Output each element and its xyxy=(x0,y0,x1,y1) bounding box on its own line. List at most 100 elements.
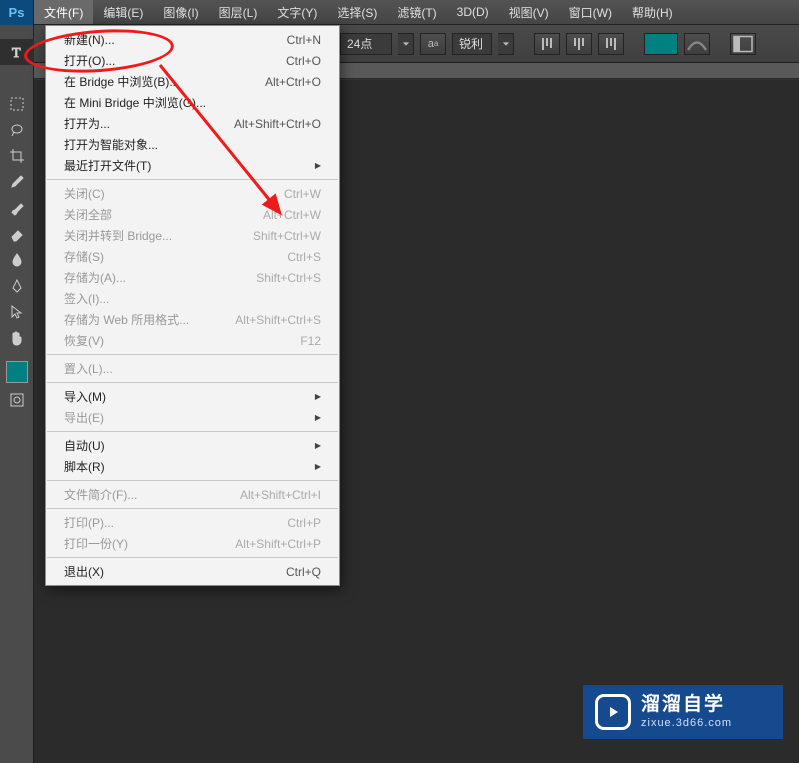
quickmask-toggle[interactable] xyxy=(0,387,34,413)
menu-item[interactable]: 在 Bridge 中浏览(B)...Alt+Ctrl+O xyxy=(46,71,339,92)
menu-item[interactable]: 自动(U) xyxy=(46,435,339,456)
menu-image[interactable]: 图像(I) xyxy=(153,0,208,24)
menu-item[interactable]: 导入(M) xyxy=(46,386,339,407)
menu-item-label: 自动(U) xyxy=(64,437,315,454)
antialias-field[interactable]: 锐利 xyxy=(452,33,492,55)
align-left-button[interactable] xyxy=(534,33,560,55)
menu-separator xyxy=(47,508,338,509)
menu-item: 文件简介(F)...Alt+Shift+Ctrl+I xyxy=(46,484,339,505)
menu-item: 置入(L)... xyxy=(46,358,339,379)
menu-edit[interactable]: 编辑(E) xyxy=(93,0,153,24)
app-logo: Ps xyxy=(0,0,34,25)
menu-item: 打印(P)...Ctrl+P xyxy=(46,512,339,533)
menu-layer[interactable]: 图层(L) xyxy=(209,0,268,24)
menu-file[interactable]: 文件(F) xyxy=(34,0,93,24)
menu-item: 关闭并转到 Bridge...Shift+Ctrl+W xyxy=(46,225,339,246)
watermark-subtitle: zixue.3d66.com xyxy=(641,717,732,730)
menu-item: 导出(E) xyxy=(46,407,339,428)
menu-item: 存储(S)Ctrl+S xyxy=(46,246,339,267)
menu-item-shortcut: Shift+Ctrl+S xyxy=(256,271,321,285)
menu-item[interactable]: 在 Mini Bridge 中浏览(G)... xyxy=(46,92,339,113)
menu-separator xyxy=(47,557,338,558)
brush-tool[interactable] xyxy=(0,195,34,221)
menu-item[interactable]: 新建(N)...Ctrl+N xyxy=(46,29,339,50)
menu-item-label: 在 Bridge 中浏览(B)... xyxy=(64,73,265,90)
menu-view[interactable]: 视图(V) xyxy=(499,0,559,24)
menu-separator xyxy=(47,179,338,180)
menu-item-label: 最近打开文件(T) xyxy=(64,157,315,174)
menu-item: 存储为 Web 所用格式...Alt+Shift+Ctrl+S xyxy=(46,309,339,330)
toolbar: T xyxy=(0,25,34,763)
watermark: 溜溜自学 zixue.3d66.com xyxy=(583,685,783,739)
menu-item-label: 存储(S) xyxy=(64,248,287,265)
menu-3d[interactable]: 3D(D) xyxy=(447,0,499,24)
menu-item[interactable]: 打开为智能对象... xyxy=(46,134,339,155)
menu-item-shortcut: Alt+Shift+Ctrl+S xyxy=(235,313,321,327)
hand-tool[interactable] xyxy=(0,325,34,351)
menu-item-label: 打开为... xyxy=(64,115,234,132)
watermark-logo-icon xyxy=(595,694,631,730)
menu-window[interactable]: 窗口(W) xyxy=(559,0,622,24)
menu-item-label: 存储为 Web 所用格式... xyxy=(64,311,235,328)
menu-item-label: 置入(L)... xyxy=(64,360,321,377)
menu-item-shortcut: Alt+Ctrl+W xyxy=(263,208,321,222)
text-color-swatch[interactable] xyxy=(644,33,678,55)
menu-item-shortcut: Alt+Shift+Ctrl+O xyxy=(234,117,321,131)
menu-help[interactable]: 帮助(H) xyxy=(622,0,683,24)
menu-item-label: 脚本(R) xyxy=(64,458,315,475)
file-menu-dropdown: 新建(N)...Ctrl+N打开(O)...Ctrl+O在 Bridge 中浏览… xyxy=(45,25,340,586)
menu-item-label: 退出(X) xyxy=(64,563,286,580)
crop-tool[interactable] xyxy=(0,143,34,169)
menubar: Ps 文件(F) 编辑(E) 图像(I) 图层(L) 文字(Y) 选择(S) 滤… xyxy=(0,0,799,25)
warp-text-button[interactable] xyxy=(684,33,710,55)
fg-color-swatch[interactable] xyxy=(0,357,34,387)
align-right-button[interactable] xyxy=(598,33,624,55)
menu-separator xyxy=(47,382,338,383)
menu-text[interactable]: 文字(Y) xyxy=(267,0,327,24)
menu-item[interactable]: 打开为...Alt+Shift+Ctrl+O xyxy=(46,113,339,134)
menu-item-label: 导出(E) xyxy=(64,409,315,426)
menu-item-label: 打印(P)... xyxy=(64,514,287,531)
menu-item-label: 在 Mini Bridge 中浏览(G)... xyxy=(64,94,321,111)
eraser-tool[interactable] xyxy=(0,221,34,247)
menu-item: 关闭(C)Ctrl+W xyxy=(46,183,339,204)
marquee-tool[interactable] xyxy=(0,91,34,117)
lasso-tool[interactable] xyxy=(0,117,34,143)
align-center-button[interactable] xyxy=(566,33,592,55)
panel-toggle-button[interactable] xyxy=(730,33,756,55)
svg-text:T: T xyxy=(12,46,21,60)
aa-toggle[interactable]: aa xyxy=(420,33,446,55)
type-tool[interactable]: T xyxy=(0,39,34,65)
pen-tool[interactable] xyxy=(0,273,34,299)
path-select-tool[interactable] xyxy=(0,299,34,325)
menu-item-label: 存储为(A)... xyxy=(64,269,256,286)
menu-item: 存储为(A)...Shift+Ctrl+S xyxy=(46,267,339,288)
menu-item[interactable]: 最近打开文件(T) xyxy=(46,155,339,176)
menu-item-shortcut: Alt+Shift+Ctrl+P xyxy=(235,537,321,551)
menu-item-label: 导入(M) xyxy=(64,388,315,405)
menu-item: 签入(I)... xyxy=(46,288,339,309)
antialias-dropdown[interactable] xyxy=(498,33,514,55)
menu-item[interactable]: 脚本(R) xyxy=(46,456,339,477)
menu-item[interactable]: 打开(O)...Ctrl+O xyxy=(46,50,339,71)
menu-separator xyxy=(47,354,338,355)
font-size-dropdown[interactable] xyxy=(398,33,414,55)
menu-item-shortcut: Ctrl+W xyxy=(284,187,321,201)
menu-item-label: 打印一份(Y) xyxy=(64,535,235,552)
menu-item-shortcut: Ctrl+S xyxy=(287,250,321,264)
menu-separator xyxy=(47,431,338,432)
menu-select[interactable]: 选择(S) xyxy=(327,0,387,24)
menu-item-label: 关闭(C) xyxy=(64,185,284,202)
menu-item-label: 签入(I)... xyxy=(64,290,321,307)
menu-item-shortcut: F12 xyxy=(300,334,321,348)
menu-item-label: 打开(O)... xyxy=(64,52,286,69)
menu-item-label: 打开为智能对象... xyxy=(64,136,321,153)
menu-item-shortcut: Ctrl+N xyxy=(287,33,321,47)
menu-item-label: 恢复(V) xyxy=(64,332,300,349)
blur-tool[interactable] xyxy=(0,247,34,273)
menu-item[interactable]: 退出(X)Ctrl+Q xyxy=(46,561,339,582)
menu-filter[interactable]: 滤镜(T) xyxy=(387,0,446,24)
menu-item: 恢复(V)F12 xyxy=(46,330,339,351)
eyedropper-tool[interactable] xyxy=(0,169,34,195)
font-size-field[interactable]: 24点 xyxy=(340,33,392,55)
